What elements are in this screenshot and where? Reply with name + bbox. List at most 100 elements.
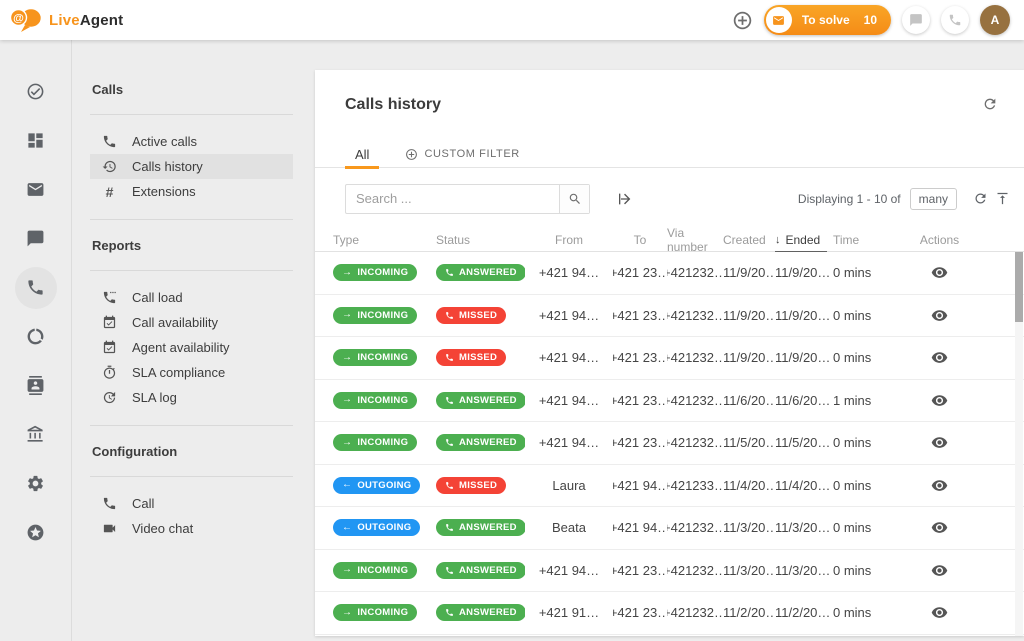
tab-all[interactable]: All [345, 140, 379, 168]
chats-button[interactable] [902, 6, 930, 34]
nav-rail [0, 40, 72, 641]
rail-item-phone[interactable] [0, 263, 72, 312]
to-cell: +421 23… [613, 308, 667, 323]
view-call-button[interactable] [931, 307, 948, 324]
page-title: Calls history [315, 70, 1024, 114]
view-call-button[interactable] [931, 604, 948, 621]
table-row[interactable]: ←OUTGOING ANSWERED Beata +421 94… +42123… [315, 507, 1024, 550]
call-type-badge: →INCOMING [333, 434, 417, 451]
view-call-button[interactable] [931, 349, 948, 366]
phone-icon [445, 566, 454, 575]
scroll-top-button[interactable] [995, 191, 1010, 206]
column-header-ended[interactable]: ↓Ended [775, 228, 833, 252]
rail-item-bank[interactable] [0, 410, 72, 459]
view-call-button[interactable] [931, 562, 948, 579]
eye-icon [931, 519, 948, 536]
rail-bubble [15, 463, 57, 505]
rail-item-chat[interactable] [0, 214, 72, 263]
search-input[interactable] [346, 185, 559, 213]
call-status-badge: ANSWERED [436, 392, 525, 409]
sidebar: CallsActive callsCalls history#Extension… [73, 40, 305, 641]
dashboard-icon [26, 131, 45, 150]
phone-icon [445, 311, 454, 320]
created-cell: 11/2/20… [723, 605, 775, 620]
sidebar-item-video-chat[interactable]: Video chat [90, 516, 293, 541]
view-call-button[interactable] [931, 264, 948, 281]
reload-list-button[interactable] [973, 191, 988, 206]
time-cell: 0 mins [833, 605, 895, 620]
divider [90, 270, 293, 271]
table-row[interactable]: →INCOMING ANSWERED +421 94… +421 23… +42… [315, 252, 1024, 295]
call-status-badge: MISSED [436, 477, 506, 494]
rail-item-dashboard[interactable] [0, 116, 72, 165]
from-cell: Laura [525, 478, 613, 493]
time-cell: 1 mins [833, 393, 895, 408]
sidebar-item-calls-history[interactable]: Calls history [90, 154, 293, 179]
search-button[interactable] [559, 185, 589, 213]
to-cell: +421 94… [613, 520, 667, 535]
column-header-from[interactable]: From [525, 228, 613, 252]
sidebar-item-call-load[interactable]: Call load [90, 285, 293, 310]
table-row[interactable]: ←OUTGOING MISSED Laura +421 94… +421233…… [315, 465, 1024, 508]
sidebar-item-sla-log[interactable]: SLA log [90, 385, 293, 410]
rail-item-settings[interactable] [0, 459, 72, 508]
to-solve-label: To solve [802, 13, 850, 27]
add-button[interactable] [732, 10, 753, 31]
tab-bar: All CUSTOM FILTER [315, 140, 1024, 168]
column-header-label: Created [723, 233, 766, 247]
table-scrollbar[interactable] [1015, 252, 1023, 636]
refresh-button[interactable] [982, 96, 998, 117]
time-cell: 0 mins [833, 265, 895, 280]
column-header-created[interactable]: Created [723, 228, 775, 252]
table-row[interactable]: →INCOMING ANSWERED +421 94… +421 23… +42… [315, 380, 1024, 423]
column-header-time[interactable]: Time [833, 228, 895, 252]
mail-icon [26, 180, 45, 199]
forward-arrow-button[interactable] [617, 191, 633, 207]
rail-item-star-circle[interactable] [0, 508, 72, 557]
to-cell: +421 23… [613, 435, 667, 450]
avatar[interactable]: A [980, 5, 1010, 35]
from-cell: +421 94… [525, 308, 613, 323]
to-solve-button[interactable]: To solve 10 [764, 5, 891, 35]
view-call-button[interactable] [931, 477, 948, 494]
total-count-button[interactable]: many [910, 188, 957, 210]
column-header-label: From [555, 233, 583, 247]
table-row[interactable]: →INCOMING MISSED +421 94… +421 23… +4212… [315, 295, 1024, 338]
sidebar-item-call[interactable]: Call [90, 491, 293, 516]
column-header-to[interactable]: To [613, 228, 667, 252]
sidebar-item-call-availability[interactable]: Call availability [90, 310, 293, 335]
table-row[interactable]: →INCOMING MISSED +421 94… +421 23… +4212… [315, 337, 1024, 380]
sidebar-item-extensions[interactable]: #Extensions [90, 179, 293, 204]
star-circle-icon [26, 523, 45, 542]
arrow-up-to-bar-icon [995, 191, 1010, 206]
table-row[interactable]: →INCOMING ANSWERED +421 94… +421 23… +42… [315, 550, 1024, 593]
rail-item-contacts[interactable] [0, 361, 72, 410]
column-header-type[interactable]: Type [333, 228, 436, 252]
call-type-badge: ←OUTGOING [333, 477, 420, 494]
table-row[interactable]: →INCOMING ANSWERED +421 94… +421 23… +42… [315, 422, 1024, 465]
scrollbar-thumb[interactable] [1015, 252, 1023, 322]
rail-item-check-circle[interactable] [0, 67, 72, 116]
column-header-status[interactable]: Status [436, 228, 525, 252]
rail-item-mail[interactable] [0, 165, 72, 214]
rail-item-progress-circle[interactable] [0, 312, 72, 361]
sidebar-item-agent-availability[interactable]: Agent availability [90, 335, 293, 360]
search-box [345, 184, 590, 214]
tab-custom-filter[interactable]: CUSTOM FILTER [395, 140, 529, 168]
view-call-button[interactable] [931, 392, 948, 409]
view-call-button[interactable] [931, 519, 948, 536]
column-header-label: Actions [920, 233, 959, 247]
time-cell: 0 mins [833, 520, 895, 535]
column-header-via-number[interactable]: Via number [667, 228, 723, 252]
ended-cell: 11/6/20… [775, 393, 833, 408]
table-row[interactable]: →INCOMING ANSWERED +421 91… +421 23… +42… [315, 592, 1024, 635]
call-status-badge: ANSWERED [436, 604, 525, 621]
view-call-button[interactable] [931, 434, 948, 451]
direction-arrow-icon: → [342, 565, 352, 575]
sidebar-item-sla-compliance[interactable]: SLA compliance [90, 360, 293, 385]
calls-button[interactable] [941, 6, 969, 34]
column-header-actions[interactable]: Actions [895, 228, 1024, 252]
rail-bubble [15, 267, 57, 309]
sidebar-item-active-calls[interactable]: Active calls [90, 129, 293, 154]
from-cell: +421 94… [525, 435, 613, 450]
